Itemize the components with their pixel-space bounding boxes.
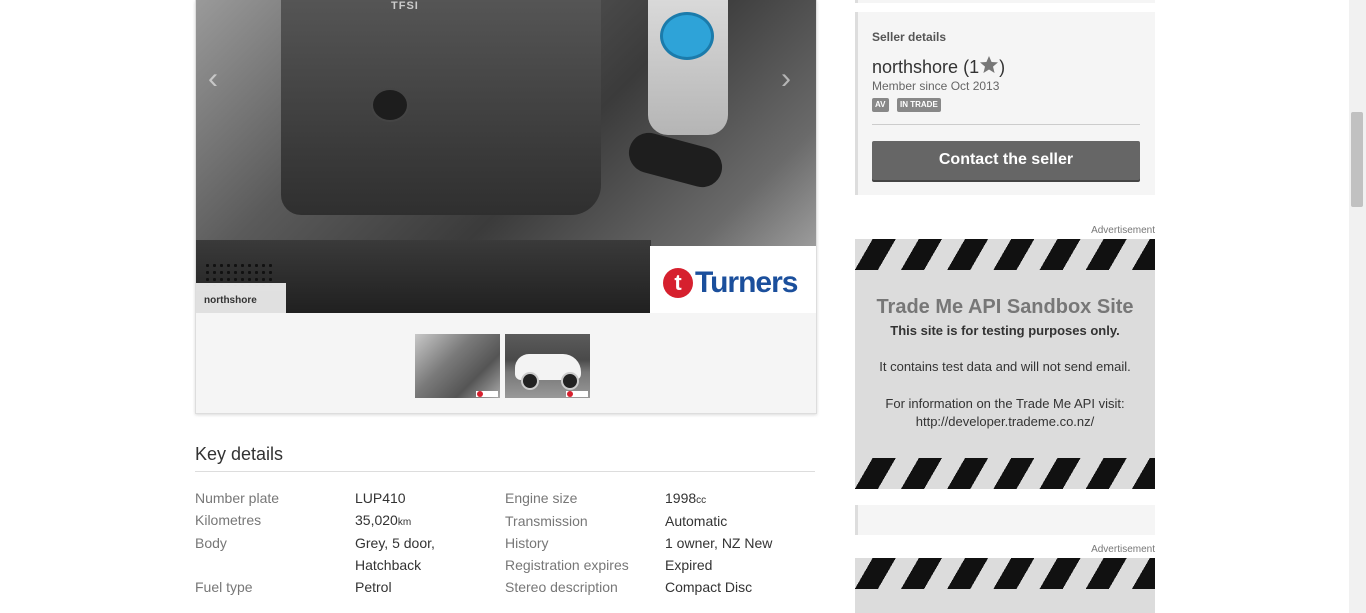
engine-size-number: 1998 bbox=[665, 490, 697, 506]
dealer-logo-text: Turners bbox=[695, 266, 798, 299]
ad-line-testing: This site is for testing purposes only. bbox=[890, 323, 1120, 338]
thumbnail-engine-bay[interactable] bbox=[415, 334, 500, 398]
dealer-logo: t Turners bbox=[650, 246, 816, 313]
detail-value-history: 1 owner, NZ New bbox=[665, 535, 773, 551]
detail-value-kilometres: 35,020km bbox=[355, 512, 411, 528]
ad-line-url: http://developer.trademe.co.nz/ bbox=[915, 414, 1095, 429]
engine-cover bbox=[281, 0, 601, 215]
photo-gallery: TFSI northshore t Turners ‹ › bbox=[195, 0, 817, 414]
seller-details-heading: Seller details bbox=[872, 30, 947, 44]
detail-label-registration-expires: Registration expires bbox=[505, 557, 629, 573]
scrollbar-thumb[interactable] bbox=[1351, 112, 1363, 207]
kilometres-unit: km bbox=[397, 517, 412, 528]
reservoir-cap bbox=[660, 12, 714, 60]
detail-label-body: Body bbox=[195, 535, 227, 551]
engine-label: TFSI bbox=[391, 0, 419, 12]
previous-panel-edge bbox=[855, 0, 1155, 3]
detail-value-registration-expires: Expired bbox=[665, 557, 713, 573]
detail-value-engine-size: 1998cc bbox=[665, 490, 706, 506]
watermark-username: northshore bbox=[204, 295, 257, 306]
advertisement-banner-2[interactable] bbox=[855, 558, 1155, 613]
seller-name-line: northshore (1) bbox=[872, 55, 1005, 78]
detail-label-kilometres: Kilometres bbox=[195, 512, 262, 528]
advertisement-banner[interactable]: Trade Me API Sandbox Site This site is f… bbox=[855, 239, 1155, 489]
ad-line-test-data: It contains test data and will not send … bbox=[879, 359, 1131, 374]
detail-value-transmission: Automatic bbox=[665, 513, 728, 529]
seller-rating-close: ) bbox=[999, 57, 1006, 77]
thumbnail-dealer-logo bbox=[476, 391, 498, 397]
intake-hose bbox=[624, 128, 727, 192]
main-listing-photo[interactable]: TFSI northshore t Turners ‹ › bbox=[196, 0, 816, 313]
advertisement-label-2: Advertisement bbox=[1091, 544, 1155, 555]
in-trade-badge[interactable]: IN TRADE bbox=[897, 98, 941, 112]
previous-photo-arrow-icon[interactable]: ‹ bbox=[208, 62, 218, 96]
page-scrollbar[interactable] bbox=[1349, 0, 1366, 613]
detail-value-body: Grey, 5 door, bbox=[355, 535, 435, 551]
contact-seller-button[interactable]: Contact the seller bbox=[872, 141, 1140, 180]
detail-value-number-plate: LUP410 bbox=[355, 490, 406, 506]
feedback-star-icon[interactable] bbox=[979, 55, 999, 75]
detail-label-number-plate: Number plate bbox=[195, 490, 280, 506]
key-details-heading: Key details bbox=[195, 444, 284, 464]
key-details-divider bbox=[195, 471, 815, 472]
detail-label-fuel-type: Fuel type bbox=[195, 579, 253, 595]
detail-value-stereo-description: Compact Disc bbox=[665, 579, 753, 595]
seller-rating-open: (1 bbox=[963, 57, 980, 77]
seller-details-panel: Seller details northshore (1) Member sin… bbox=[855, 12, 1155, 195]
oil-cap bbox=[371, 88, 409, 122]
member-since: Member since Oct 2013 bbox=[872, 79, 1000, 93]
engine-size-unit: cc bbox=[696, 495, 707, 506]
car-wheel bbox=[521, 372, 539, 390]
ad-title: Trade Me API Sandbox Site bbox=[876, 296, 1134, 318]
hazard-stripes-top-2 bbox=[855, 558, 1155, 589]
empty-panel bbox=[855, 505, 1155, 535]
car-wheel bbox=[561, 372, 579, 390]
detail-label-engine-size: Engine size bbox=[505, 490, 578, 506]
ad-line-info: For information on the Trade Me API visi… bbox=[885, 396, 1125, 411]
thumbnail-white-audi-sedan[interactable] bbox=[505, 334, 590, 398]
hazard-stripes-bottom bbox=[855, 458, 1155, 489]
kilometres-number: 35,020 bbox=[355, 512, 398, 528]
detail-value-body-line2: Hatchback bbox=[355, 557, 422, 573]
detail-label-history: History bbox=[505, 535, 549, 551]
dealer-logo-mark: t bbox=[663, 268, 693, 298]
seller-name-link[interactable]: northshore bbox=[872, 57, 958, 77]
detail-label-transmission: Transmission bbox=[505, 513, 588, 529]
hazard-stripes-top bbox=[855, 239, 1155, 270]
address-verified-badge[interactable]: AV bbox=[872, 98, 889, 112]
detail-label-stereo-description: Stereo description bbox=[505, 579, 618, 595]
seller-divider bbox=[872, 124, 1140, 125]
thumbnail-dealer-logo bbox=[566, 391, 588, 397]
detail-value-fuel-type: Petrol bbox=[355, 579, 392, 595]
advertisement-label: Advertisement bbox=[1091, 225, 1155, 236]
next-photo-arrow-icon[interactable]: › bbox=[781, 62, 791, 96]
